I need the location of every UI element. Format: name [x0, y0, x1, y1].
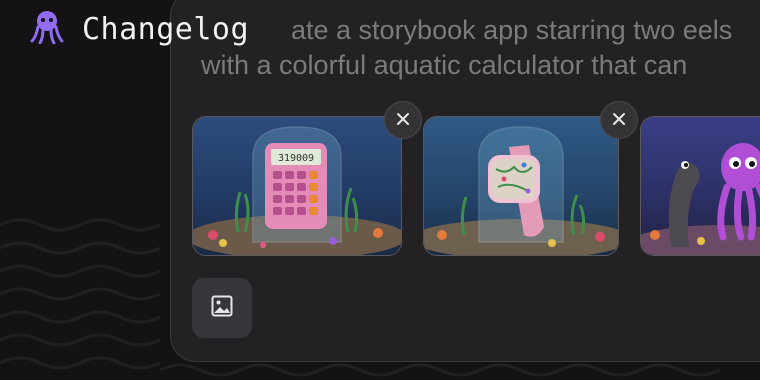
calculator-aquarium-image: 319009 — [193, 117, 401, 255]
add-image-button[interactable] — [192, 278, 252, 338]
brand-header: Changelog — [30, 10, 249, 48]
remove-attachment-2-button[interactable] — [600, 101, 638, 139]
prompt-line-2: with a colorful aquatic calculator that … — [201, 50, 688, 80]
octopus-logo-icon — [30, 10, 64, 48]
close-icon — [612, 111, 626, 130]
attachment-thumbnail-calculator[interactable]: 319009 — [192, 116, 402, 256]
remove-attachment-1-button[interactable] — [384, 101, 422, 139]
prompt-line-1: ate a storybook app starring two eels — [291, 15, 733, 45]
calculator-display: 319009 — [278, 153, 314, 164]
close-icon — [396, 111, 410, 130]
prompt-text[interactable]: ate a storybook app starring two eels wi… — [201, 13, 760, 83]
watch-aquarium-image — [424, 117, 618, 255]
attachment-thumbnail-eel-octopus[interactable] — [640, 116, 760, 256]
image-icon — [210, 294, 234, 322]
eel-octopus-image — [641, 117, 760, 255]
app-title: Changelog — [82, 11, 250, 47]
attachment-thumbnail-watch[interactable] — [423, 116, 619, 256]
